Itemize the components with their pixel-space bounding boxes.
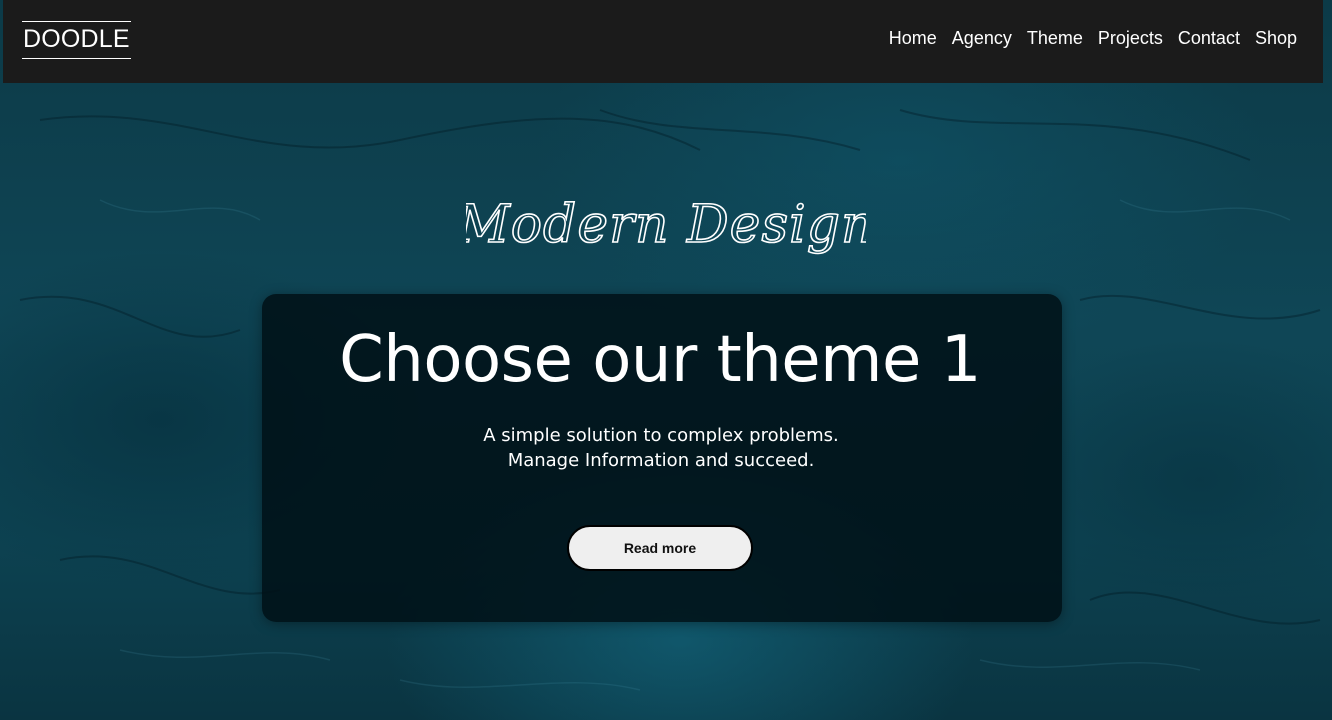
hero-subtitle-line-1: A simple solution to complex problems. bbox=[483, 425, 839, 446]
top-navigation-bar: DOODLE Home Agency Theme Projects Contac… bbox=[3, 0, 1323, 83]
site-logo[interactable]: DOODLE bbox=[22, 21, 131, 59]
hero-subtitle-line-2: Manage Information and succeed. bbox=[507, 450, 815, 471]
hero-script-title-text: Modern Design bbox=[466, 195, 866, 255]
page: DOODLE Home Agency Theme Projects Contac… bbox=[0, 0, 1332, 720]
read-more-button[interactable]: Read more bbox=[567, 525, 753, 571]
nav-link-shop[interactable]: Shop bbox=[1255, 26, 1297, 50]
nav-link-agency[interactable]: Agency bbox=[952, 26, 1012, 50]
main-nav: Home Agency Theme Projects Contact Shop bbox=[889, 26, 1297, 50]
nav-link-projects[interactable]: Projects bbox=[1098, 26, 1163, 50]
nav-link-theme[interactable]: Theme bbox=[1027, 26, 1083, 50]
nav-link-contact[interactable]: Contact bbox=[1178, 26, 1240, 50]
hero-script-title: Modern Design bbox=[466, 194, 866, 256]
hero-headline: Choose our theme 1 bbox=[339, 323, 981, 397]
nav-link-home[interactable]: Home bbox=[889, 26, 937, 50]
